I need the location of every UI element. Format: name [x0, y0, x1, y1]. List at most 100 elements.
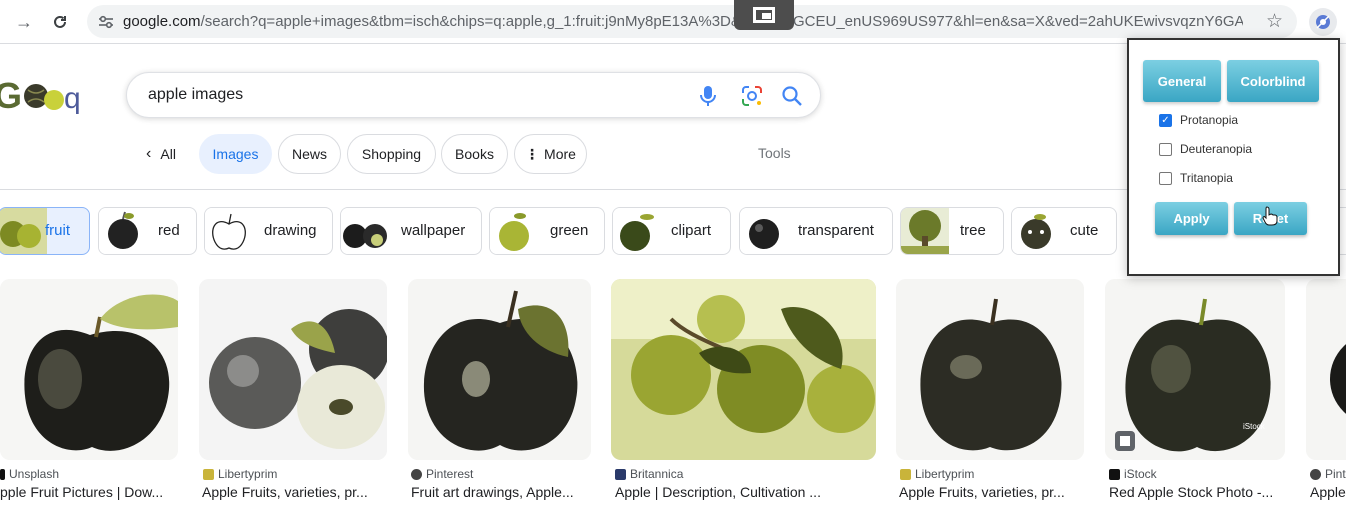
result-image[interactable] — [611, 279, 876, 460]
tab-all[interactable]: ‹ All — [136, 134, 186, 174]
chip-transparent[interactable]: transparent — [739, 207, 893, 255]
result-source: iStock — [1109, 467, 1157, 481]
tab-shopping[interactable]: Shopping — [347, 134, 436, 174]
deuteranopia-checkbox[interactable] — [1159, 142, 1172, 156]
chip-label: wallpaper — [401, 222, 466, 239]
istock-watermark: iStock — [1243, 422, 1266, 431]
source-favicon-icon — [900, 468, 911, 480]
result-title[interactable]: Apple Fruits, varieties, pr... — [202, 484, 388, 500]
chip-thumb-image — [901, 208, 949, 254]
microphone-icon[interactable] — [697, 84, 719, 108]
chip-label: green — [550, 222, 589, 239]
more-vertical-icon: ⋮ — [525, 145, 540, 162]
tab-all-label: All — [160, 146, 176, 162]
address-bar[interactable]: google.com/search?q=apple+images&tbm=isc… — [87, 5, 1297, 38]
tab-images[interactable]: Images — [199, 134, 272, 174]
chip-thumb-image — [490, 208, 538, 254]
result-source: Pint — [1310, 467, 1346, 481]
protanopia-checkbox[interactable]: ✓ — [1159, 113, 1172, 127]
google-lens-icon[interactable] — [740, 84, 764, 108]
search-box[interactable]: apple images — [126, 72, 821, 118]
chip-thumb-image — [341, 208, 389, 254]
result-title[interactable]: pple Fruit Pictures | Dow... — [0, 484, 176, 500]
arrow-right-icon: → — [15, 11, 33, 32]
option-protanopia[interactable]: ✓ Protanopia — [1159, 113, 1238, 127]
source-favicon-icon — [203, 468, 214, 480]
google-logo[interactable]: G q — [0, 76, 90, 116]
result-image[interactable] — [896, 279, 1084, 460]
option-deuteranopia[interactable]: Deuteranopia — [1159, 142, 1252, 156]
tab-books[interactable]: Books — [441, 134, 508, 174]
reload-button[interactable] — [46, 8, 74, 36]
chip-fruit[interactable]: fruit — [0, 207, 90, 255]
option-tritanopia[interactable]: Tritanopia — [1159, 171, 1233, 185]
result-title[interactable]: Fruit art drawings, Apple... — [411, 484, 591, 500]
chip-thumb-image — [613, 208, 661, 254]
bookmark-star-icon[interactable]: ☆ — [1266, 10, 1283, 33]
tab-books-label: Books — [455, 146, 494, 162]
chip-red[interactable]: red — [98, 207, 197, 255]
url-host: google.com — [123, 13, 201, 30]
chip-label: transparent — [798, 222, 874, 239]
colorblind-extension-button[interactable] — [1309, 8, 1337, 36]
britannica-favicon-icon — [615, 468, 626, 480]
tab-more[interactable]: ⋮ More — [514, 134, 587, 174]
result-source: Libertyprim — [203, 467, 277, 481]
url-text[interactable]: google.com/search?q=apple+images&tbm=isc… — [123, 13, 1243, 31]
chip-drawing[interactable]: drawing — [204, 207, 333, 255]
colorblind-tab-button[interactable]: Colorblind — [1227, 60, 1319, 102]
result-source: Britannica — [615, 467, 683, 481]
result-source-label: Libertyprim — [915, 467, 975, 481]
result-image[interactable] — [1306, 279, 1346, 460]
result-image[interactable] — [199, 279, 387, 460]
chip-tree[interactable]: tree — [900, 207, 1004, 255]
chip-cute[interactable]: cute — [1011, 207, 1117, 255]
source-favicon-icon — [0, 468, 5, 480]
chip-thumb-image — [740, 208, 788, 254]
chip-wallpaper[interactable]: wallpaper — [340, 207, 482, 255]
eye-extension-icon — [1316, 15, 1330, 29]
result-source: Libertyprim — [900, 467, 974, 481]
result-source-label: Pint — [1325, 467, 1346, 481]
tritanopia-checkbox[interactable] — [1159, 171, 1172, 185]
result-image[interactable]: iStock — [1105, 279, 1285, 460]
tab-news[interactable]: News — [278, 134, 341, 174]
result-title[interactable]: Red Apple Stock Photo -... — [1109, 484, 1285, 500]
url-path: /search?q=apple+images&tbm=isch&chips=q:… — [200, 13, 1243, 30]
chevron-left-icon: ‹ — [146, 145, 152, 162]
reload-icon — [54, 15, 66, 28]
forward-button[interactable]: → — [10, 8, 38, 36]
chip-green[interactable]: green — [489, 207, 605, 255]
result-title[interactable]: Apple — [1310, 484, 1346, 500]
chip-clipart[interactable]: clipart — [612, 207, 731, 255]
result-source-label: Libertyprim — [218, 467, 278, 481]
option-label: Protanopia — [1180, 113, 1239, 127]
site-settings-icon[interactable] — [97, 13, 115, 31]
apply-button[interactable]: Apply — [1155, 202, 1228, 235]
chip-thumb-image — [99, 208, 147, 254]
result-title[interactable]: Apple Fruits, varieties, pr... — [899, 484, 1085, 500]
result-image[interactable] — [408, 279, 591, 460]
result-source-label: iStock — [1124, 467, 1157, 481]
chip-label: cute — [1070, 222, 1099, 239]
result-title[interactable]: Apple | Description, Cultivation ... — [615, 484, 877, 500]
colorblind-extension-popup: General Colorblind ✓ Protanopia Deuteran… — [1127, 38, 1340, 276]
chip-label: red — [158, 222, 180, 239]
pinterest-favicon-icon — [1310, 468, 1321, 480]
chip-thumb-image — [1012, 208, 1060, 254]
picture-in-picture-icon — [753, 7, 775, 23]
chip-label: fruit — [45, 222, 71, 239]
chip-label: drawing — [264, 222, 317, 239]
search-input[interactable]: apple images — [148, 86, 243, 104]
browser-window: → google.com/search?q=apple+images&tbm=i… — [0, 0, 1346, 512]
result-source: Unsplash — [0, 467, 59, 481]
tab-images-label: Images — [212, 146, 259, 162]
pinterest-favicon-icon — [411, 468, 422, 480]
tools-button[interactable]: Tools — [758, 145, 791, 161]
chip-label: tree — [960, 222, 986, 239]
result-image[interactable] — [0, 279, 178, 460]
result-source-label: Pinterest — [426, 467, 474, 481]
picture-in-picture-overlay[interactable] — [734, 0, 794, 30]
general-tab-button[interactable]: General — [1143, 60, 1221, 102]
search-icon[interactable] — [780, 84, 804, 108]
